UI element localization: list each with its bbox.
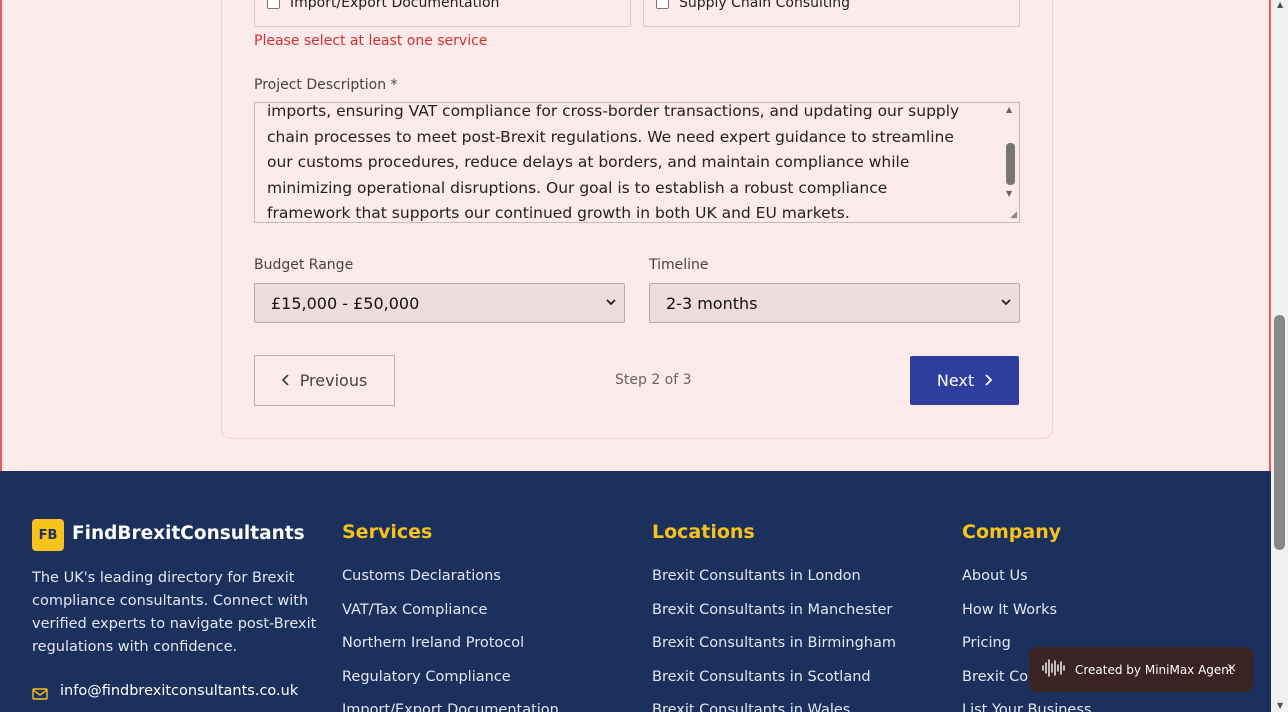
footer-brand-name[interactable]: FindBrexitConsultants: [72, 523, 305, 544]
textarea-line: framework that supports our continued gr…: [267, 204, 850, 222]
checkbox[interactable]: [656, 0, 669, 9]
footer-link-about[interactable]: About Us: [962, 568, 1028, 584]
next-button[interactable]: Next: [910, 356, 1019, 405]
chevron-right-icon: [984, 371, 993, 390]
budget-label: Budget Range: [254, 257, 354, 273]
budget-select[interactable]: £15,000 - £50,000: [254, 283, 625, 323]
service-option-label: Supply Chain Consulting: [679, 0, 851, 11]
service-option-supply-chain[interactable]: Supply Chain Consulting: [643, 0, 1020, 27]
footer-link-pricing[interactable]: Pricing: [962, 635, 1011, 651]
scroll-down-arrow-icon[interactable]: ▼: [1006, 189, 1012, 198]
previous-button-label: Previous: [299, 371, 368, 390]
footer-link-vat[interactable]: VAT/Tax Compliance: [342, 602, 487, 618]
footer-description: The UK's leading directory for Brexit co…: [32, 570, 317, 655]
next-button-label: Next: [936, 371, 975, 390]
footer-email-link[interactable]: info@findbrexitconsultants.co.uk: [60, 683, 298, 699]
scroll-up-arrow-icon[interactable]: ▲: [1006, 105, 1012, 114]
checkbox[interactable]: [267, 0, 280, 9]
footer-locations-heading: Locations: [652, 521, 755, 543]
chevron-left-icon: [281, 371, 290, 390]
timeline-select[interactable]: 2-3 months: [649, 283, 1020, 323]
textarea-line: imports, ensuring VAT compliance for cro…: [267, 102, 960, 120]
mail-icon: [32, 685, 48, 704]
footer-link-how-it-works[interactable]: How It Works: [962, 602, 1057, 618]
footer-link-wales[interactable]: Brexit Consultants in Wales: [652, 702, 850, 712]
footer-link-customs[interactable]: Customs Declarations: [342, 568, 501, 584]
footer-link-london[interactable]: Brexit Consultants in London: [652, 568, 861, 584]
textarea-line: our customs procedures, reduce delays at…: [267, 153, 910, 171]
textarea-content: imports, ensuring VAT compliance for cro…: [267, 102, 997, 222]
scroll-down-arrow-icon[interactable]: ▼: [1277, 701, 1283, 710]
footer-link-list-business[interactable]: List Your Business: [962, 702, 1091, 712]
footer-link-ni-protocol[interactable]: Northern Ireland Protocol: [342, 635, 524, 651]
previous-button[interactable]: Previous: [254, 355, 395, 406]
footer-company-heading: Company: [962, 521, 1062, 543]
timeline-label: Timeline: [649, 257, 709, 273]
service-option-import-export[interactable]: Import/Export Documentation: [254, 0, 631, 27]
footer-link-brexit-con[interactable]: Brexit Con: [962, 669, 1037, 685]
page-scroll-thumb[interactable]: [1274, 315, 1285, 550]
budget-value: £15,000 - £50,000: [271, 293, 420, 313]
footer-link-manchester[interactable]: Brexit Consultants in Manchester: [652, 602, 892, 618]
resize-handle-icon[interactable]: ◢: [1010, 210, 1017, 220]
footer-link-scotland[interactable]: Brexit Consultants in Scotland: [652, 669, 871, 685]
footer-services-heading: Services: [342, 521, 433, 543]
footer-link-regulatory[interactable]: Regulatory Compliance: [342, 669, 511, 685]
logo-badge[interactable]: FB: [32, 519, 64, 551]
description-label: Project Description *: [254, 77, 398, 93]
textarea-scrollbar[interactable]: ▲ ▼: [1003, 103, 1019, 222]
step-indicator: Step 2 of 3: [615, 372, 692, 388]
waveform-icon: [1041, 658, 1067, 681]
page-border-left: [0, 0, 2, 471]
footer-link-birmingham[interactable]: Brexit Consultants in Birmingham: [652, 635, 896, 651]
service-error-message: Please select at least one service: [254, 33, 488, 49]
textarea-line: minimizing operational disruptions. Our …: [267, 178, 888, 197]
service-option-label: Import/Export Documentation: [290, 0, 500, 11]
footer-link-import-export[interactable]: Import/Export Documentation: [342, 702, 559, 712]
textarea-scroll-thumb[interactable]: [1006, 143, 1015, 185]
textarea-line: chain processes to meet post-Brexit regu…: [267, 127, 954, 146]
chevron-down-icon: [606, 297, 616, 310]
close-icon[interactable]: ×: [1226, 661, 1237, 676]
project-description-textarea[interactable]: imports, ensuring VAT compliance for cro…: [254, 102, 1020, 223]
scroll-up-arrow-icon[interactable]: ▲: [1277, 0, 1283, 9]
minimax-toast: Created by MiniMax Agent ×: [1029, 647, 1253, 692]
chevron-down-icon: [1001, 297, 1011, 310]
timeline-value: 2-3 months: [666, 293, 758, 313]
toast-text: Created by MiniMax Agent: [1075, 662, 1234, 677]
